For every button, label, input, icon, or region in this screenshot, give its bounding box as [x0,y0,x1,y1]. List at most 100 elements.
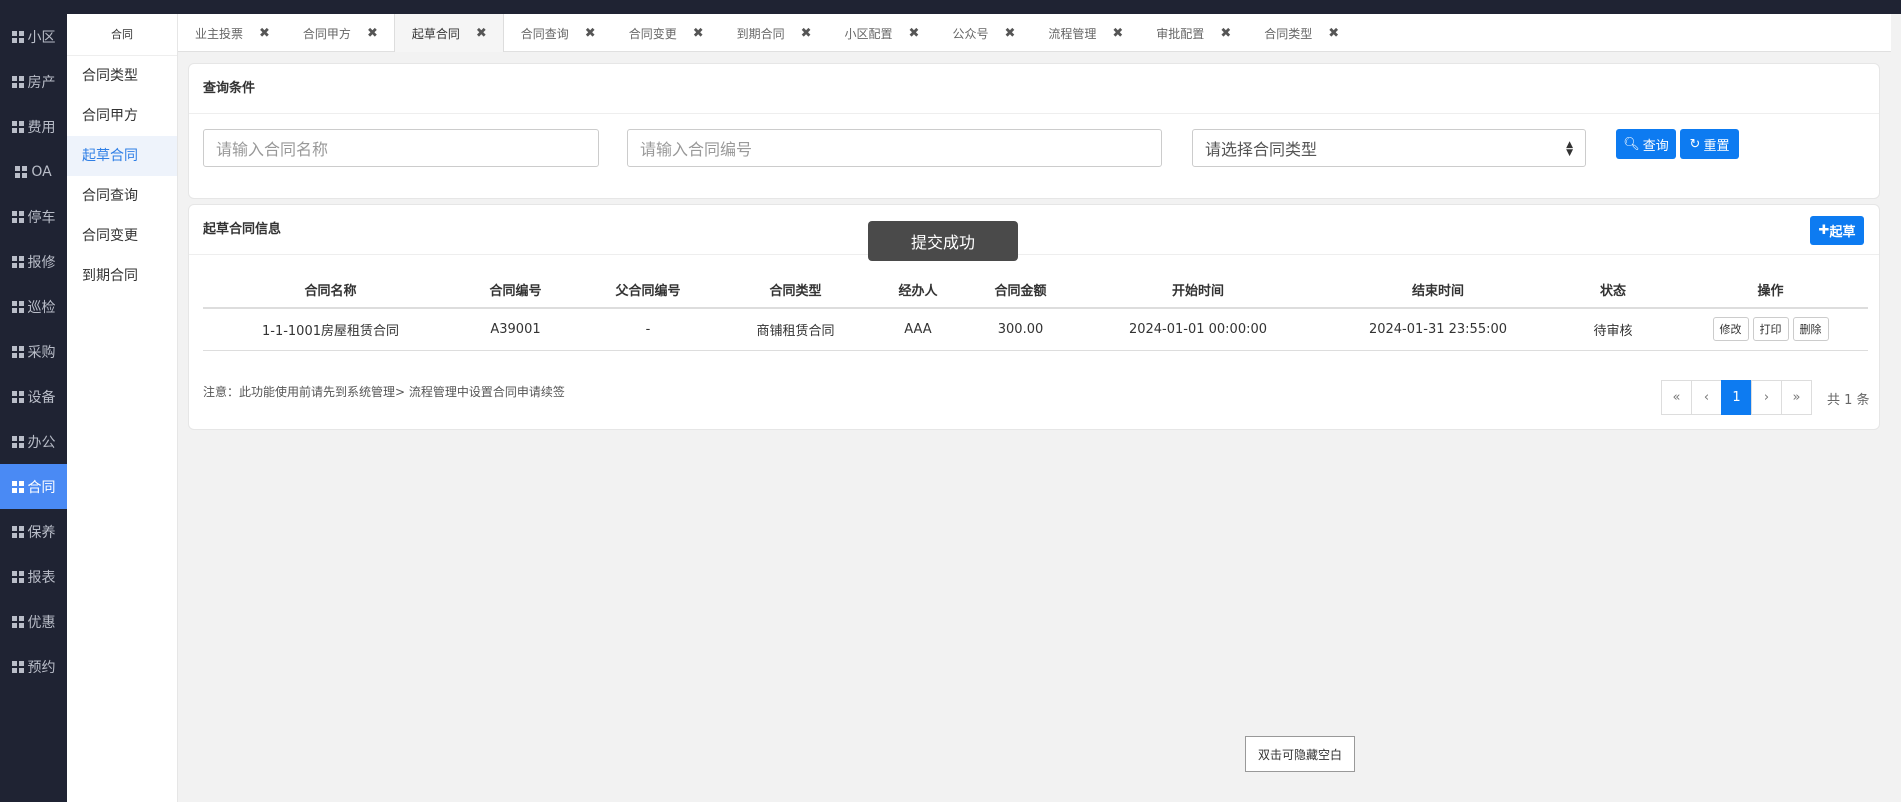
nav-item[interactable]: 巡检 [0,284,67,329]
submenu-item[interactable]: 合同变更 [67,216,177,256]
top-bar [0,0,1901,14]
tab-label: 起草合同 [411,26,460,41]
tab-label: 合同甲方 [302,26,351,41]
list-panel: 起草合同信息 ✚ 起草 合同名称 合同编号 父合同编号 合同类型 经办人 合同金额 开始时间… [188,204,1880,430]
submenu-item[interactable]: 合同甲方 [67,96,177,136]
reset-button[interactable]: ↻ 重置 [1680,129,1739,159]
submenu-item[interactable]: 合同类型 [67,56,177,96]
hide-blank-button[interactable]: 双击可隐藏空白 [1245,736,1355,772]
cell-parent-code: - [573,308,723,351]
search-button[interactable]: 🔍︎ 查询 [1616,129,1676,159]
add-draft-button[interactable]: ✚ 起草 [1810,216,1864,245]
nav-item-label: 保养 [27,524,56,541]
contract-code-input[interactable]: 请输入合同编号 [627,129,1162,167]
nav-item[interactable]: 合同 [0,464,67,509]
nav-item-label: 停车 [27,209,56,226]
grid-icon [11,435,24,448]
nav-item[interactable]: 优惠 [0,599,67,644]
cell-actions: 修改 打印 删除 [1673,308,1868,351]
tab[interactable]: 流程管理 ✖ [1031,14,1139,52]
nav-item[interactable]: 采购 [0,329,67,374]
edit-button[interactable]: 修改 [1712,317,1749,342]
grid-icon [11,75,24,88]
tab-label: 小区配置 [844,26,893,41]
close-icon[interactable]: ✖ [585,26,596,41]
submenu-item[interactable]: 起草合同 [67,136,177,176]
nav-item[interactable]: 费用 [0,104,67,149]
last-page-button[interactable]: » [1781,380,1812,415]
close-icon[interactable]: ✖ [1220,26,1231,41]
close-icon[interactable]: ✖ [1112,26,1123,41]
pagination: « ‹ 1 › » [1661,380,1812,415]
close-icon[interactable]: ✖ [801,26,812,41]
tab[interactable]: 合同查询 ✖ [504,14,612,52]
grid-icon [11,255,24,268]
tab[interactable]: 小区配置 ✖ [828,14,936,52]
tab[interactable]: 公众号 ✖ [935,14,1031,52]
delete-button[interactable]: 删除 [1792,317,1829,342]
usage-note: 注意：此功能使用前请先到系统管理> 流程管理中设置合同申请续签 [203,385,565,399]
column-header: 状态 [1553,272,1673,309]
grid-icon [11,525,24,538]
nav-item-label: 合同 [27,479,56,496]
close-icon[interactable]: ✖ [476,26,487,41]
submenu-item[interactable]: 合同查询 [67,176,177,216]
cell-status: 待审核 [1553,308,1673,351]
grid-icon [15,165,28,178]
nav-item[interactable]: 保养 [0,509,67,554]
nav-item[interactable]: 小区 [0,14,67,59]
tab[interactable]: 合同变更 ✖ [612,14,720,52]
grid-icon [11,120,24,133]
column-header: 父合同编号 [573,272,723,309]
tab[interactable]: 业主投票 ✖ [178,14,286,52]
nav-item[interactable]: OA [0,149,67,194]
column-header: 经办人 [868,272,968,309]
tab-label: 公众号 [952,26,989,41]
search-icon: 🔍︎ [1623,136,1640,152]
contract-name-input[interactable]: 请输入合同名称 [203,129,599,167]
nav-item-label: 办公 [27,434,56,451]
close-icon[interactable]: ✖ [909,26,920,41]
nav-item[interactable]: 办公 [0,419,67,464]
tab[interactable]: 审批配置 ✖ [1139,14,1247,52]
list-panel-title: 起草合同信息 [189,205,1879,255]
first-page-button[interactable]: « [1661,380,1692,415]
submenu-item[interactable]: 到期合同 [67,256,177,296]
contract-type-select[interactable]: 请选择合同类型 ▲ ▼ [1192,129,1586,167]
next-page-button[interactable]: › [1751,380,1782,415]
nav-item[interactable]: 房产 [0,59,67,104]
nav-item-label: 采购 [27,344,56,361]
column-header: 合同金额 [968,272,1073,309]
column-header: 操作 [1673,272,1868,309]
close-icon[interactable]: ✖ [259,26,270,41]
close-icon[interactable]: ✖ [693,26,704,41]
nav-item[interactable]: 报表 [0,554,67,599]
tab[interactable]: 到期合同 ✖ [720,14,828,52]
close-icon[interactable]: ✖ [1004,26,1015,41]
nav-item[interactable]: 报修 [0,239,67,284]
grid-icon [11,570,24,583]
print-button[interactable]: 打印 [1752,317,1789,342]
nav-item-label: 报修 [27,254,56,271]
total-count: 共 1 条 [1827,393,1870,408]
nav-item[interactable]: 停车 [0,194,67,239]
tab[interactable]: 合同类型 ✖ [1247,14,1355,52]
nav-item-label: 优惠 [27,614,56,631]
nav-item[interactable]: 预约 [0,644,67,689]
column-header: 合同类型 [723,272,868,309]
grid-icon [11,615,24,628]
close-icon[interactable]: ✖ [1328,26,1339,41]
sub-menu: 合同 合同类型 合同甲方 起草合同 合同查询 合同变更 到期合同 [67,14,178,802]
close-icon[interactable]: ✖ [367,26,378,41]
refresh-icon: ↻ [1689,136,1701,152]
cell-handler: AAA [868,308,968,351]
page-1-button[interactable]: 1 [1721,380,1752,415]
nav-item[interactable]: 设备 [0,374,67,419]
nav-item-label: 预约 [27,659,56,676]
tab[interactable]: 合同甲方 ✖ [286,14,394,52]
search-button-label: 查询 [1642,138,1669,154]
column-header: 结束时间 [1323,272,1553,309]
tab-label: 到期合同 [736,26,785,41]
tab[interactable]: 起草合同 ✖ [393,14,504,52]
prev-page-button[interactable]: ‹ [1691,380,1722,415]
